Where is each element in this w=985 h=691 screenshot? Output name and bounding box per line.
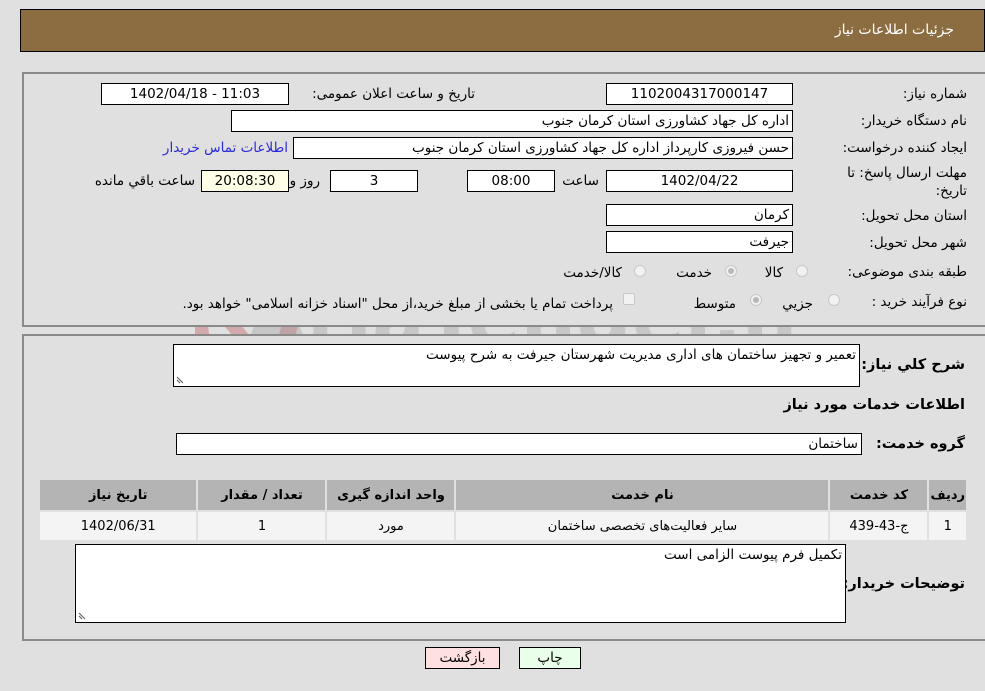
cell-unit: مورد: [327, 512, 455, 540]
buyer-contact-link[interactable]: اطلاعات تماس خریدار: [163, 140, 288, 156]
process-radio-minor[interactable]: [828, 294, 840, 306]
province-label: استان محل تحویل:: [861, 208, 967, 224]
page-title: جزئیات اطلاعات نیاز: [834, 22, 954, 38]
table-header-row: ردیف کد خدمت نام خدمت واحد اندازه گیری ت…: [40, 480, 966, 510]
process-option-medium: متوسط: [693, 296, 736, 312]
cell-quantity: 1: [198, 512, 326, 540]
need-number-label: شماره نیاز:: [902, 86, 967, 102]
process-radio-medium[interactable]: [750, 294, 762, 306]
buyer-org-label: نام دستگاه خریدار:: [860, 113, 967, 129]
col-need-date: تاریخ نیاز: [40, 480, 197, 510]
resize-grip-icon[interactable]: [78, 610, 88, 620]
category-radio-goods[interactable]: [796, 265, 808, 277]
deadline-label-line1: مهلت ارسال پاسخ: تا: [847, 165, 967, 181]
description-text: تعمیر و تجهیز ساختمان های اداری مدیریت ش…: [426, 347, 856, 363]
description-label: شرح کلي نياز:: [861, 357, 965, 373]
city-field: جیرفت: [606, 231, 793, 253]
treasury-checkbox[interactable]: [623, 293, 635, 305]
cell-need-date: 1402/06/31: [40, 512, 197, 540]
deadline-label: مهلت ارسال پاسخ: تا تاریخ:: [847, 164, 967, 200]
province-field: کرمان: [606, 204, 793, 226]
category-option-service: خدمت: [676, 265, 712, 281]
buyer-org-field: اداره کل جهاد کشاورزی استان کرمان جنوب: [231, 110, 793, 132]
announce-field: 1402/04/18 - 11:03: [101, 83, 289, 105]
buyer-notes-label: توضیحات خریدار:: [842, 576, 965, 592]
description-textarea[interactable]: تعمیر و تجهیز ساختمان های اداری مدیریت ش…: [173, 344, 860, 387]
col-service-code: کد خدمت: [830, 480, 928, 510]
table-row: 1 ج-43-439 سایر فعالیت‌های تخصصی ساختمان…: [40, 512, 966, 540]
resize-grip-icon[interactable]: [176, 374, 186, 384]
cell-row-number: 1: [929, 512, 966, 540]
process-option-minor: جزيي: [782, 296, 813, 312]
services-table: ردیف کد خدمت نام خدمت واحد اندازه گیری ت…: [38, 478, 968, 542]
service-group-field: ساختمان: [176, 433, 862, 455]
print-button[interactable]: چاپ: [519, 647, 581, 669]
services-heading: اطلاعات خدمات مورد نياز: [783, 397, 965, 413]
page-header: جزئیات اطلاعات نیاز: [20, 9, 985, 52]
treasury-note: پرداخت تمام یا بخشی از مبلغ خرید،از محل …: [182, 296, 613, 312]
col-unit: واحد اندازه گیری: [327, 480, 455, 510]
process-label: نوع فرآیند خرید :: [871, 294, 967, 310]
need-number-field: 1102004317000147: [606, 83, 793, 105]
buyer-notes-text: تکمیل فرم پیوست الزامی است: [664, 547, 842, 563]
days-label: روز و: [289, 173, 320, 189]
deadline-date-field: 1402/04/22: [606, 170, 793, 192]
cell-service-name: سایر فعالیت‌های تخصصی ساختمان: [456, 512, 829, 540]
deadline-time-field: 08:00: [467, 170, 555, 192]
deadline-time-label: ساعت: [562, 173, 599, 189]
cell-service-code: ج-43-439: [830, 512, 928, 540]
col-service-name: نام خدمت: [456, 480, 829, 510]
deadline-label-line2: تاریخ:: [935, 183, 967, 199]
city-label: شهر محل تحویل:: [869, 235, 967, 251]
category-option-goods: کالا: [764, 265, 783, 281]
remaining-label: ساعت باقي مانده: [94, 173, 195, 189]
back-button[interactable]: بازگشت: [425, 647, 500, 669]
service-group-label: گروه خدمت:: [875, 436, 965, 452]
category-option-goods-service: کالا/خدمت: [563, 265, 622, 281]
col-row-number: ردیف: [929, 480, 966, 510]
remaining-time-field: 20:08:30: [201, 170, 289, 192]
col-quantity: تعداد / مقدار: [198, 480, 326, 510]
buyer-notes-textarea[interactable]: تکمیل فرم پیوست الزامی است: [75, 544, 846, 623]
category-radio-goods-service[interactable]: [634, 265, 646, 277]
creator-field: حسن فیروزی کارپرداز اداره کل جهاد کشاورز…: [293, 137, 793, 159]
days-field: 3: [330, 170, 418, 192]
announce-label: تاریخ و ساعت اعلان عمومی:: [312, 86, 475, 102]
creator-label: ایجاد کننده درخواست:: [842, 140, 967, 156]
category-radio-service[interactable]: [725, 265, 737, 277]
category-label: طبقه بندی موضوعی:: [847, 264, 967, 280]
